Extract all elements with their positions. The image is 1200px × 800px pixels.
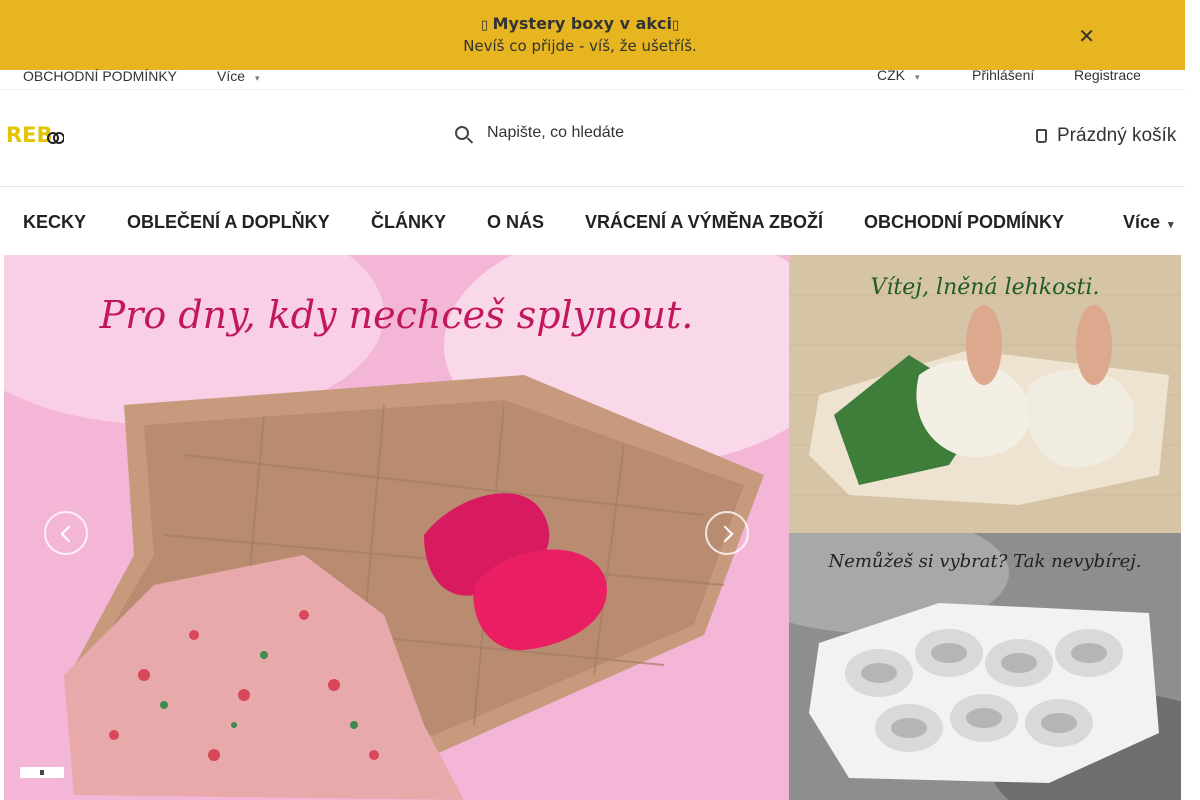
login-link[interactable]: Přihlášení	[972, 67, 1034, 83]
utility-more-dropdown[interactable]: Více ▾	[217, 68, 260, 84]
banner-choose-image	[789, 533, 1181, 800]
utility-more-label: Více	[217, 68, 246, 84]
nav-item-vraceni[interactable]: VRÁCENÍ A VÝMĚNA ZBOŽÍ	[585, 212, 823, 233]
cart-label: Prázdný košík	[1057, 125, 1177, 146]
register-link[interactable]: Registrace	[1074, 67, 1141, 83]
hero-carousel[interactable]: Pro dny, kdy nechceš splynout.	[4, 255, 789, 800]
cart-button[interactable]: Prázdný košík	[1036, 125, 1176, 147]
chevron-down-icon: ▾	[1168, 219, 1174, 231]
chevron-down-icon: ▾	[915, 72, 920, 82]
nav-item-obleceni[interactable]: OBLEČENÍ A DOPLŇKY	[127, 212, 330, 233]
nav-item-o-nas[interactable]: O NÁS	[487, 212, 544, 233]
search-icon	[455, 125, 469, 140]
svg-text:REB: REB	[6, 123, 53, 147]
header-divider	[0, 89, 1185, 90]
package-icon: ▯	[480, 18, 493, 33]
promo-title-text: Mystery boxy v akci	[492, 14, 672, 33]
carousel-prev-button[interactable]	[44, 511, 88, 555]
currency-selector[interactable]: CZK ▾	[877, 67, 920, 83]
nav-item-clanky[interactable]: ČLÁNKY	[371, 212, 446, 233]
site-logo[interactable]: REB	[6, 121, 65, 147]
banner-choose[interactable]: Nemůžeš si vybrat? Tak nevybírej.	[789, 533, 1181, 800]
promo-title[interactable]: ▯ Mystery boxy v akci▯	[0, 14, 1160, 33]
currency-label: CZK	[877, 67, 905, 83]
nav-item-more[interactable]: Více ▾	[1123, 212, 1174, 233]
chevron-down-icon: ▾	[255, 73, 260, 83]
carousel-pause-button[interactable]	[20, 767, 64, 778]
search-input[interactable]: Napište, co hledáte	[455, 124, 755, 150]
banner-choose-title: Nemůžeš si vybrat? Tak nevybírej.	[828, 551, 1142, 572]
utility-bar: OBCHODNÍ PODMÍNKY Více ▾ CZK ▾ Přihlášení …	[0, 62, 1185, 89]
nav-more-label: Více	[1123, 212, 1161, 232]
logo-graphic: REB	[6, 123, 65, 147]
nav-item-podminky[interactable]: OBCHODNÍ PODMÍNKY	[864, 212, 1064, 233]
utility-link-terms[interactable]: OBCHODNÍ PODMÍNKY	[23, 68, 177, 84]
carousel-next-button[interactable]	[705, 511, 749, 555]
promo-subtitle: Nevíš co přijde - víš, že ušetříš.	[463, 37, 697, 55]
package-icon: ▯	[671, 18, 680, 33]
cart-icon	[1036, 128, 1047, 143]
hero-title: Pro dny, kdy nechceš splynout.	[99, 293, 694, 337]
nav-item-kecky[interactable]: KECKY	[23, 212, 86, 233]
search-placeholder: Napište, co hledáte	[487, 124, 624, 141]
banner-linen-title: Vítej, lněná lehkosti.	[870, 275, 1100, 300]
banner-linen[interactable]: Vítej, lněná lehkosti.	[789, 255, 1181, 533]
promo-bar: ▯ Mystery boxy v akci▯ Nevíš co přijde -…	[0, 0, 1185, 70]
close-icon[interactable]: ✕	[1078, 24, 1095, 49]
main-nav: KECKY OBLEČENÍ A DOPLŇKY ČLÁNKY O NÁS VR…	[0, 187, 1185, 255]
